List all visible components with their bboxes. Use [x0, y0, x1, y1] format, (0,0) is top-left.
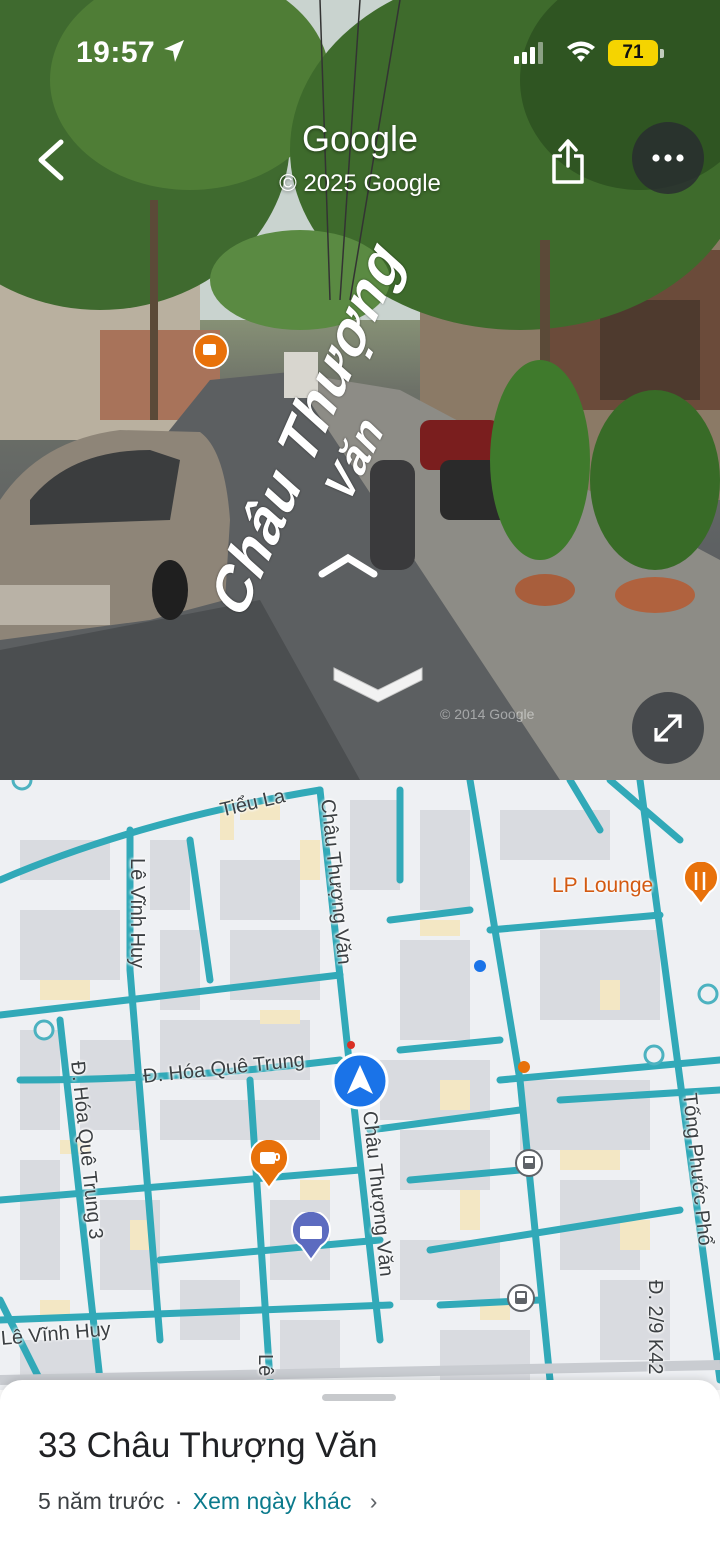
cafe-pin-icon[interactable]: [248, 1140, 290, 1190]
capture-age: 5 năm trước: [38, 1488, 165, 1514]
expand-icon: [654, 714, 682, 742]
status-time: 19:57: [76, 36, 156, 69]
street-label: Đ. 2/9 K42: [644, 1280, 666, 1375]
map-view[interactable]: Tiểu La Lê Vĩnh Huy Châu Thượng Văn Đ. H…: [0, 780, 720, 1390]
navigate-forward-arrow[interactable]: [318, 552, 378, 578]
bus-stop-icon[interactable]: [506, 1283, 536, 1313]
copyright-text: © 2025 Google: [279, 170, 441, 197]
battery-indicator: 71: [608, 40, 664, 66]
share-button[interactable]: [536, 128, 600, 192]
place-subtitle: 5 năm trước · Xem ngày khác ›: [38, 1488, 377, 1515]
navigate-back-arrow[interactable]: [332, 656, 424, 704]
wifi-icon: [567, 41, 595, 62]
status-bar: 19:57 71: [0, 0, 720, 100]
map-canvas: [0, 780, 720, 1385]
street-label: Lê Vĩnh Huy: [126, 858, 148, 969]
place-title: 33 Châu Thượng Văn: [38, 1426, 378, 1465]
fullscreen-button[interactable]: [632, 692, 704, 764]
atm-pin-icon[interactable]: [290, 1212, 332, 1262]
street-view-panorama[interactable]: Châu Thượng Văn © 2014 Google 19:57 71 G…: [0, 0, 720, 780]
poi-label-lp-lounge[interactable]: LP Lounge: [552, 874, 653, 898]
location-arrow-icon: [164, 40, 184, 62]
see-other-dates-link[interactable]: Xem ngày khác: [193, 1488, 352, 1514]
restaurant-pin-icon[interactable]: [682, 862, 720, 906]
chevron-right-icon[interactable]: ›: [370, 1488, 378, 1515]
more-horizontal-icon: [652, 154, 684, 162]
place-bottom-sheet[interactable]: 33 Châu Thượng Văn 5 năm trước · Xem ngà…: [0, 1380, 720, 1560]
street-label: Lê: [254, 1354, 276, 1377]
bus-stop-icon[interactable]: [514, 1148, 544, 1178]
more-options-button[interactable]: [632, 122, 704, 194]
google-logo-text: Google: [301, 118, 419, 159]
sheet-drag-handle[interactable]: [322, 1394, 396, 1401]
street-view-watermark: © 2014 Google: [440, 706, 535, 722]
share-icon: [552, 139, 584, 184]
cellular-signal-icon: [514, 42, 543, 64]
separator-dot: ·: [174, 1488, 183, 1514]
